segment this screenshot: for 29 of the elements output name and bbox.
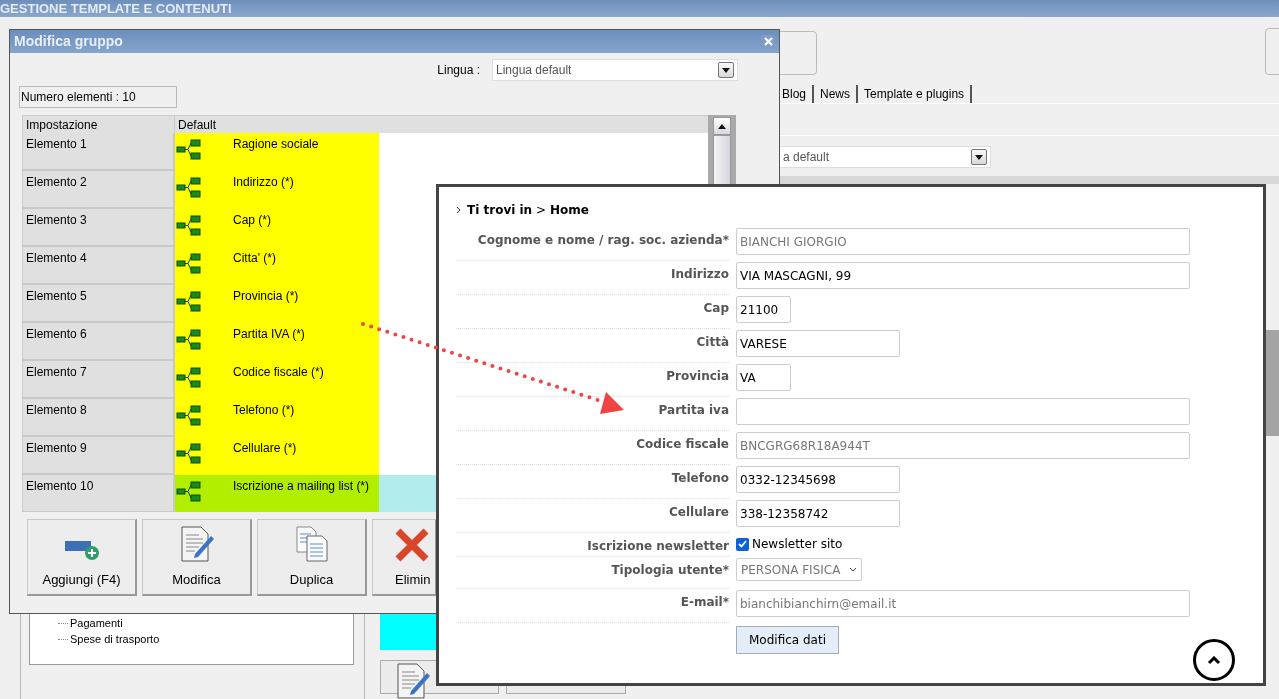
table-cell: Elemento 1 bbox=[23, 133, 175, 171]
table-cell: Elemento 10 bbox=[23, 475, 175, 512]
table-cell: Elemento 8 bbox=[23, 399, 175, 437]
table-cell: Elemento 7 bbox=[23, 361, 175, 399]
field-label: Iscrizione newsletter bbox=[587, 538, 729, 555]
table-cell-text: Cellulare (*) bbox=[233, 440, 297, 457]
table-cell: Elemento 6 bbox=[23, 323, 175, 361]
table-cell-text: Ragione sociale bbox=[233, 136, 319, 153]
table-cell-text: Telefono (*) bbox=[233, 402, 295, 419]
field-label: E-mail* bbox=[680, 594, 729, 611]
table-cell-text: Cap (*) bbox=[233, 212, 271, 229]
table-cell-text: Indirizzo (*) bbox=[233, 174, 294, 191]
checkbox-label: Newsletter sito bbox=[752, 536, 843, 553]
table-cell: Elemento 2 bbox=[23, 171, 175, 209]
field-label: Tipologia utente* bbox=[611, 562, 729, 579]
table-cell-text: Citta' (*) bbox=[233, 250, 276, 267]
table-cell: Elemento 5 bbox=[23, 285, 175, 323]
app-title: GESTIONE TEMPLATE E CONTENUTI bbox=[0, 2, 232, 15]
table-cell: Elemento 9 bbox=[23, 437, 175, 475]
table-cell-text: Iscrizione a mailing list (*) bbox=[233, 478, 370, 495]
table-cell: Elemento 3 bbox=[23, 209, 175, 247]
column-header: Default bbox=[177, 116, 218, 133]
table-cell-text: Partita IVA (*) bbox=[233, 326, 305, 343]
table-cell-text: Provincia (*) bbox=[233, 288, 299, 305]
dialog-title: Modifica gruppo bbox=[14, 32, 123, 51]
table-cell-text: Codice fiscale (*) bbox=[233, 364, 324, 381]
table-cell: Elemento 4 bbox=[23, 247, 175, 285]
language-label: Lingua : bbox=[437, 62, 480, 79]
count-field: Numero elementi : 10 bbox=[19, 86, 177, 108]
